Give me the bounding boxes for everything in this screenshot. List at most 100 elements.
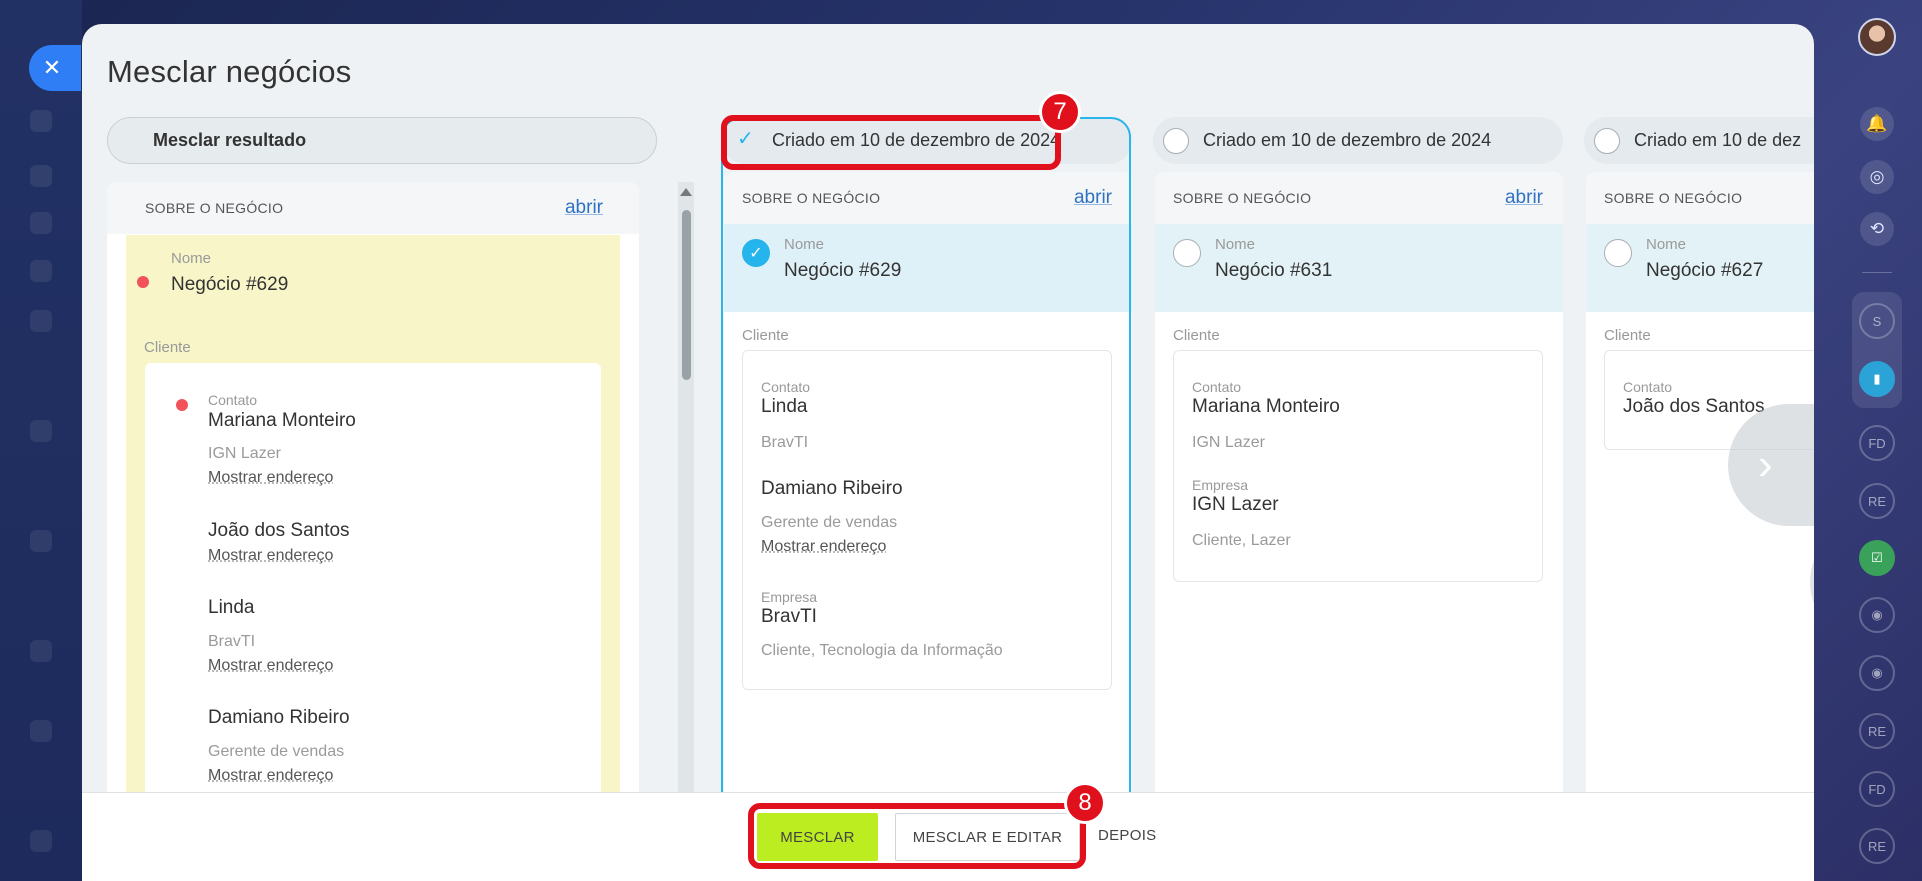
section-title: SOBRE O NEGÓCIO bbox=[1604, 190, 1743, 206]
section-title: SOBRE O NEGÓCIO bbox=[1173, 190, 1312, 206]
rail-bubble[interactable]: RE bbox=[1859, 483, 1895, 519]
page-title: Mesclar negócios bbox=[107, 54, 352, 89]
contact-company: IGN Lazer bbox=[208, 445, 281, 462]
ghost-icon bbox=[30, 110, 52, 132]
ghost-icon bbox=[30, 310, 52, 332]
source-card-header: SOBRE O NEGÓCIO bbox=[1586, 172, 1814, 224]
source-date: Criado em 10 de dez bbox=[1634, 130, 1802, 150]
radio-icon[interactable] bbox=[1163, 128, 1189, 154]
name-label: Nome bbox=[1646, 236, 1687, 253]
ghost-icon bbox=[30, 212, 52, 234]
chat-icon[interactable]: ◉ bbox=[1859, 597, 1895, 633]
radio-icon[interactable] bbox=[1594, 128, 1620, 154]
result-header: Mesclar resultado bbox=[107, 117, 657, 164]
open-link[interactable]: abrir bbox=[1505, 187, 1543, 209]
name-value: Negócio #629 bbox=[171, 274, 289, 295]
contact-company: IGN Lazer bbox=[1192, 434, 1265, 451]
client-label: Cliente bbox=[1173, 327, 1220, 344]
name-value: Negócio #631 bbox=[1215, 260, 1333, 281]
right-rail: 🔔 ◎ ⟲ S ▮ FD RE ☑ ◉ ◉ RE FD RE bbox=[1812, 0, 1922, 881]
rail-bubble[interactable]: FD bbox=[1859, 771, 1895, 807]
contact-label: Contato bbox=[1623, 379, 1673, 395]
company-label: Empresa bbox=[1192, 477, 1249, 493]
radio-icon[interactable] bbox=[1173, 239, 1201, 267]
contact-name: Damiano Ribeiro bbox=[208, 707, 350, 728]
source-select-pill[interactable]: Criado em 10 de dez bbox=[1584, 117, 1814, 164]
show-address-link[interactable]: Mostrar endereço bbox=[208, 657, 333, 675]
result-fields: Nome Negócio #629 Cliente Contato Marian… bbox=[126, 235, 620, 822]
scrollbar[interactable] bbox=[678, 182, 694, 822]
rail-bubble[interactable]: RE bbox=[1859, 713, 1895, 749]
rail-bubble-label: FD bbox=[1868, 435, 1886, 451]
contact-role: Gerente de vendas bbox=[208, 743, 345, 760]
client-box: Contato Mariana Monteiro IGN Lazer Mostr… bbox=[145, 363, 601, 822]
ghost-icon bbox=[30, 830, 52, 852]
ghost-icon bbox=[30, 640, 52, 662]
chat-icon[interactable]: ◉ bbox=[1859, 655, 1895, 691]
selected-column-frame bbox=[721, 117, 1131, 881]
contact-company: BravTI bbox=[208, 633, 256, 650]
name-label: Nome bbox=[171, 250, 212, 267]
rail-bubble-label: RE bbox=[1867, 838, 1887, 854]
client-box: Contato Mariana Monteiro IGN Lazer Empre… bbox=[1173, 350, 1543, 582]
close-button[interactable]: ✕ bbox=[29, 45, 81, 91]
rail-bubble[interactable]: FD bbox=[1859, 425, 1895, 461]
rail-divider bbox=[1862, 272, 1892, 273]
source-select-pill[interactable]: Criado em 10 de dezembro de 2024 bbox=[1153, 117, 1563, 164]
scroll-up-icon[interactable] bbox=[680, 188, 692, 196]
source-column: Criado em 10 de dezembro de 2024 SOBRE O… bbox=[1153, 117, 1563, 872]
ghost-icon bbox=[30, 420, 52, 442]
contact-name: Mariana Monteiro bbox=[1192, 396, 1340, 417]
contact-name: Mariana Monteiro bbox=[208, 410, 356, 431]
ghost-icon bbox=[30, 260, 52, 282]
contact-name: João dos Santos bbox=[1623, 396, 1765, 417]
rail-bubble-label: RE bbox=[1867, 493, 1887, 509]
name-field-row[interactable]: Nome Negócio #631 bbox=[1155, 224, 1563, 312]
step-badge: 8 bbox=[1064, 782, 1106, 824]
avatar[interactable] bbox=[1858, 18, 1896, 56]
section-title: SOBRE O NEGÓCIO bbox=[145, 200, 284, 216]
ghost-icon bbox=[30, 530, 52, 552]
client-label: Cliente bbox=[1604, 327, 1651, 344]
company-name: IGN Lazer bbox=[1192, 494, 1279, 515]
result-card-header: SOBRE O NEGÓCIO abrir bbox=[107, 182, 639, 234]
rail-bubble[interactable]: S bbox=[1859, 303, 1895, 339]
rail-bubble[interactable]: RE bbox=[1859, 828, 1895, 864]
ghost-icon bbox=[30, 165, 52, 187]
name-field-row[interactable]: Nome Negócio #627 bbox=[1586, 224, 1814, 312]
close-icon: ✕ bbox=[42, 55, 62, 80]
name-value: Negócio #627 bbox=[1646, 260, 1764, 281]
contact-label: Contato bbox=[1192, 379, 1242, 395]
source-card-header: SOBRE O NEGÓCIO abrir bbox=[1155, 172, 1563, 224]
task-icon[interactable]: ☑ bbox=[1859, 540, 1895, 576]
highlight-box bbox=[748, 803, 1086, 869]
contact-name: Linda bbox=[208, 597, 255, 618]
source-card: SOBRE O NEGÓCIO abrir Nome Negócio #631 … bbox=[1155, 172, 1563, 872]
result-card: SOBRE O NEGÓCIO abrir Nome Negócio #629 … bbox=[107, 182, 639, 822]
contact-name: João dos Santos bbox=[208, 520, 350, 541]
changed-marker bbox=[137, 276, 149, 288]
changed-marker bbox=[176, 399, 188, 411]
open-link[interactable]: abrir bbox=[565, 197, 603, 219]
name-label: Nome bbox=[1215, 236, 1256, 253]
ghost-icon bbox=[30, 720, 52, 742]
bookmark-icon[interactable]: ▮ bbox=[1859, 361, 1895, 397]
later-button[interactable]: DEPOIS bbox=[1098, 827, 1156, 844]
target-icon[interactable]: ◎ bbox=[1860, 160, 1894, 194]
radio-icon[interactable] bbox=[1604, 239, 1632, 267]
rail-bubble-label: FD bbox=[1868, 781, 1886, 797]
sync-icon[interactable]: ⟲ bbox=[1860, 212, 1894, 246]
contact-label: Contato bbox=[208, 392, 258, 408]
rail-bubble-label: S bbox=[1872, 313, 1882, 329]
show-address-link[interactable]: Mostrar endereço bbox=[208, 469, 333, 487]
step-badge: 7 bbox=[1039, 91, 1081, 133]
rail-bubble-label: RE bbox=[1867, 723, 1887, 739]
source-date: Criado em 10 de dezembro de 2024 bbox=[1203, 130, 1492, 150]
show-address-link[interactable]: Mostrar endereço bbox=[208, 547, 333, 565]
bell-icon[interactable]: 🔔 bbox=[1860, 107, 1894, 141]
show-address-link[interactable]: Mostrar endereço bbox=[208, 767, 333, 785]
chevron-right-icon: › bbox=[1758, 440, 1773, 489]
company-tags: Cliente, Lazer bbox=[1192, 532, 1291, 549]
scroll-thumb[interactable] bbox=[682, 210, 691, 380]
client-label: Cliente bbox=[144, 339, 191, 356]
